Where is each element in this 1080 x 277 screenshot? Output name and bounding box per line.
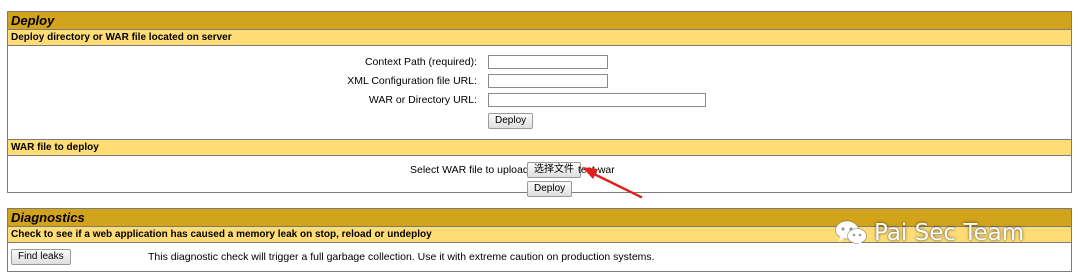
upload-deploy-button[interactable]: Deploy (527, 181, 573, 197)
select-war-label: Select WAR file to upload (410, 164, 529, 176)
wechat-icon (835, 220, 867, 246)
xml-config-input[interactable] (488, 74, 608, 88)
war-dir-input[interactable] (488, 93, 706, 107)
deploy-panel: Deploy Deploy directory or WAR file loca… (7, 11, 1072, 197)
xml-config-label: XML Configuration file URL: (347, 75, 477, 87)
find-leaks-button[interactable]: Find leaks (11, 249, 71, 265)
choose-file-button[interactable]: 选择文件 (527, 162, 581, 178)
context-path-input[interactable] (488, 55, 608, 69)
leak-check-description: This diagnostic check will trigger a ful… (148, 251, 655, 263)
watermark: Pai Sec Team (834, 218, 1024, 248)
context-path-label: Context Path (required): (364, 56, 477, 68)
server-deploy-button[interactable]: Deploy (488, 113, 534, 129)
watermark-text: Pai Sec Team (874, 220, 1025, 246)
server-deploy-subheader: Deploy directory or WAR file located on … (8, 30, 1071, 46)
context-path-row: Context Path (required): (8, 54, 1071, 70)
deploy-header: Deploy (8, 12, 1071, 30)
server-deploy-form: Context Path (required): XML Configurati… (8, 46, 1071, 140)
war-upload-form: Select WAR file to upload 选择文件 test.war … (8, 156, 1071, 204)
selected-file-name: test.war (578, 164, 615, 176)
war-dir-row: WAR or Directory URL: (8, 92, 1071, 108)
xml-config-row: XML Configuration file URL: (8, 73, 1071, 89)
war-upload-subheader: WAR file to deploy (8, 140, 1071, 156)
war-dir-label: WAR or Directory URL: (368, 94, 477, 106)
